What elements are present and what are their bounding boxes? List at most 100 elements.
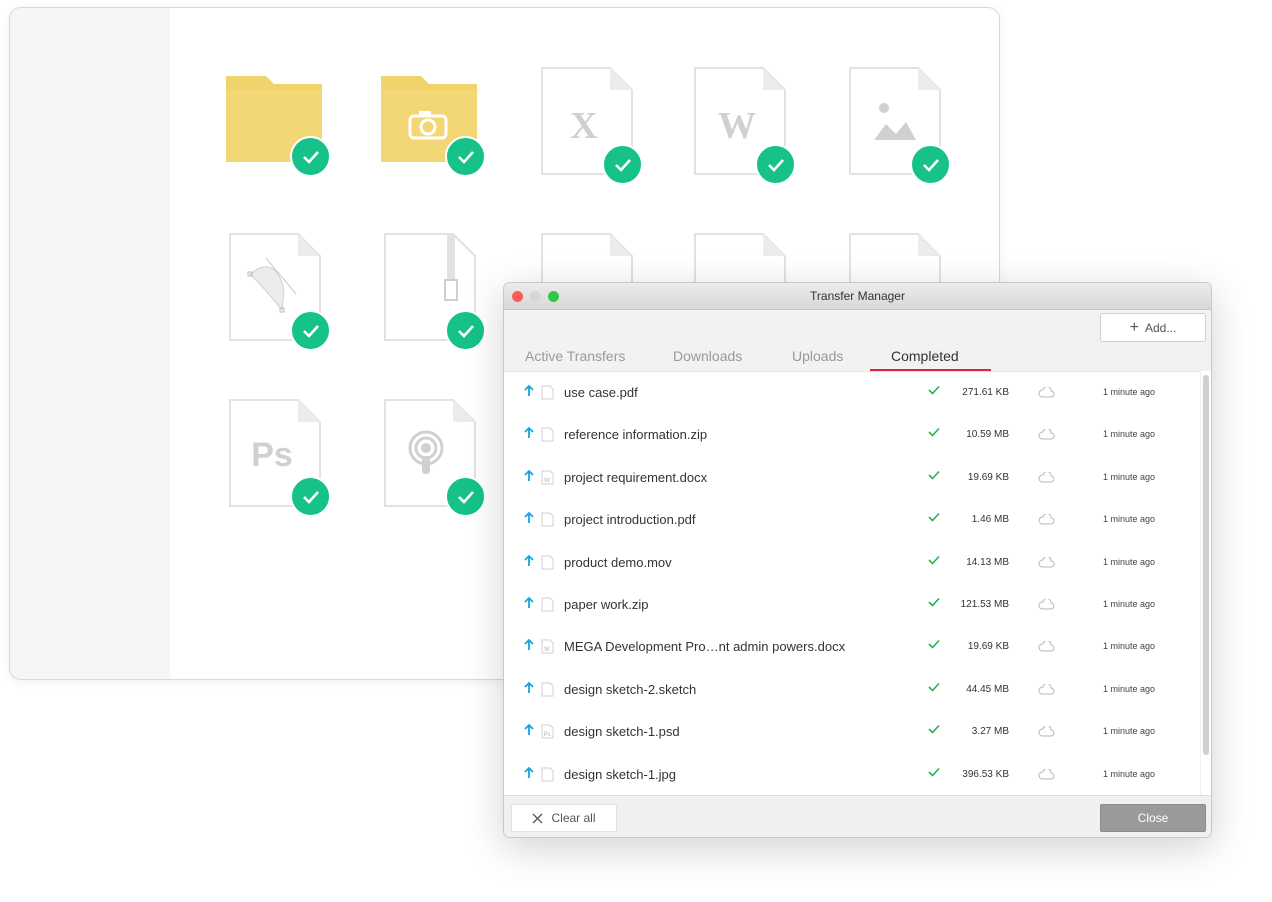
cloud-icon[interactable]: [1038, 599, 1055, 610]
transfer-row[interactable]: project introduction.pdf 1.46 MB 1 minute …: [504, 499, 1200, 541]
file-name: project requirement.docx: [564, 469, 708, 485]
cloud-icon[interactable]: [1038, 387, 1055, 398]
transfer-time: 1 minute ago: [1103, 556, 1156, 567]
excel-file-tile[interactable]: X: [538, 64, 648, 194]
podcast-file-tile[interactable]: [381, 396, 491, 526]
file-size: 271.61 KB: [962, 387, 1009, 398]
word-file-icon: W: [541, 639, 554, 654]
transfer-row[interactable]: W MEGA Development Pro…nt admin powers.do…: [504, 626, 1200, 668]
file-size: 19.69 KB: [967, 641, 1009, 653]
transfer-row[interactable]: design sketch-2.sketch 44.45 MB 1 minute a…: [504, 669, 1200, 711]
synced-check-icon: [755, 144, 796, 185]
upload-arrow-icon: [524, 469, 534, 481]
transfer-row[interactable]: reference information.zip 10.59 MB 1 minut…: [504, 414, 1200, 456]
upload-arrow-icon: [524, 512, 534, 524]
cloud-icon[interactable]: [1038, 514, 1055, 525]
transfer-row[interactable]: Wproject requirement.docx 19.69 KB 1 minut…: [504, 457, 1200, 499]
file-name: design sketch-1.jpg: [564, 766, 677, 782]
word-file-icon: W: [541, 470, 554, 485]
vector-file-tile[interactable]: [226, 230, 336, 360]
file-name: product demo.mov: [564, 554, 672, 570]
add-button[interactable]: + Add...: [1100, 313, 1206, 342]
file-size: 396.53 KB: [962, 768, 1009, 780]
svg-text:Ps: Ps: [251, 436, 293, 474]
file-size: 1.46 MB: [971, 514, 1009, 526]
cloud-icon[interactable]: [1038, 683, 1055, 695]
transfer-time: 1 minute ago: [1103, 641, 1156, 652]
synced-check-icon: [445, 476, 486, 517]
upload-arrow-icon: [524, 427, 534, 439]
scrollbar-thumb[interactable]: [1203, 375, 1209, 755]
synced-check-icon: [290, 310, 331, 351]
transfer-time: 1 minute ago: [1103, 471, 1156, 482]
cloud-icon[interactable]: [1038, 429, 1055, 440]
upload-arrow-icon: [524, 597, 534, 608]
zip-file-icon: [541, 597, 554, 612]
transfer-list: use case.pdf 271.61 KB 1 minute ago referen…: [504, 371, 1200, 796]
pdf-file-icon: [541, 385, 554, 400]
transfer-row[interactable]: product demo.mov 14.13 MB 1 minute ago: [504, 542, 1200, 584]
transfer-time: 1 minute ago: [1103, 768, 1156, 779]
transfer-row[interactable]: use case.pdf 271.61 KB 1 minute ago: [504, 372, 1200, 414]
file-name: use case.pdf: [564, 385, 638, 400]
tab-uploads[interactable]: Uploads: [792, 348, 843, 364]
footer-bar: Clear all Close: [504, 795, 1211, 837]
svg-text:W: W: [544, 647, 550, 653]
file-name: project introduction.pdf: [564, 512, 696, 528]
transfer-tabs: Active Transfers Downloads Uploads Compl…: [504, 343, 1211, 371]
file-size: 14.13 MB: [966, 556, 1009, 568]
clear-all-label: Clear all: [551, 811, 596, 825]
upload-arrow-icon: [524, 385, 534, 396]
cloud-icon[interactable]: [1038, 641, 1055, 652]
close-button[interactable]: Close: [1100, 804, 1206, 832]
svg-text:Ps: Ps: [543, 732, 550, 738]
file-size: 10.59 MB: [966, 429, 1009, 441]
tab-completed[interactable]: Completed: [891, 348, 959, 364]
folder-tile[interactable]: [224, 68, 334, 198]
file-name: design sketch-2.sketch: [564, 681, 697, 697]
cloud-icon[interactable]: [1038, 768, 1055, 780]
image-file-tile[interactable]: [846, 64, 956, 194]
upload-arrow-icon: [524, 681, 534, 693]
add-button-label: Add...: [1144, 320, 1177, 335]
transfer-row[interactable]: design sketch-1.jpg 396.53 KB 1 minute ago: [504, 754, 1200, 796]
cloud-icon[interactable]: [1038, 726, 1055, 737]
transfer-row[interactable]: paper work.zip 121.53 MB 1 minute ago: [504, 584, 1200, 626]
plus-icon: +: [1129, 318, 1139, 336]
scrollbar[interactable]: [1201, 371, 1211, 795]
file-name: paper work.zip: [564, 597, 649, 612]
image-file-icon: [541, 767, 554, 782]
close-x-icon: [533, 813, 543, 823]
tab-downloads[interactable]: Downloads: [673, 348, 742, 364]
camera-folder-tile[interactable]: [379, 68, 489, 198]
svg-text:W: W: [544, 478, 550, 484]
upload-arrow-icon: [524, 554, 534, 566]
file-name: reference information.zip: [564, 427, 708, 443]
file-size: 3.27 MB: [971, 726, 1009, 738]
upload-arrow-icon: [524, 724, 534, 736]
synced-check-icon: [445, 136, 486, 177]
video-file-icon: [541, 555, 554, 570]
svg-text:W: W: [718, 105, 756, 147]
word-file-tile[interactable]: W: [691, 64, 801, 194]
zip-file-tile[interactable]: [381, 230, 491, 360]
synced-check-icon: [910, 144, 951, 185]
photoshop-file-tile[interactable]: Ps: [226, 396, 336, 526]
transfer-time: 1 minute ago: [1103, 683, 1156, 694]
cloud-icon[interactable]: [1038, 556, 1055, 568]
close-button-label: Close: [1137, 811, 1169, 825]
transfer-row[interactable]: Ps design sketch-1.psd 3.27 MB 1 minute ago: [504, 711, 1200, 753]
file-size: 44.45 MB: [966, 683, 1009, 695]
photoshop-file-icon: Ps: [541, 724, 554, 739]
zip-file-icon: [541, 427, 554, 442]
clear-all-button[interactable]: Clear all: [511, 804, 617, 832]
transfer-time: 1 minute ago: [1103, 514, 1156, 525]
svg-text:X: X: [570, 105, 597, 147]
tab-active-transfers[interactable]: Active Transfers: [525, 348, 625, 364]
upload-arrow-icon: [524, 639, 534, 651]
title-bar: Transfer Manager: [504, 283, 1211, 310]
transfer-manager-window: Transfer Manager + Add... Active Transfe…: [503, 282, 1212, 838]
synced-check-icon: [445, 310, 486, 351]
file-browser-sidebar: [10, 8, 170, 679]
cloud-icon[interactable]: [1038, 471, 1055, 483]
